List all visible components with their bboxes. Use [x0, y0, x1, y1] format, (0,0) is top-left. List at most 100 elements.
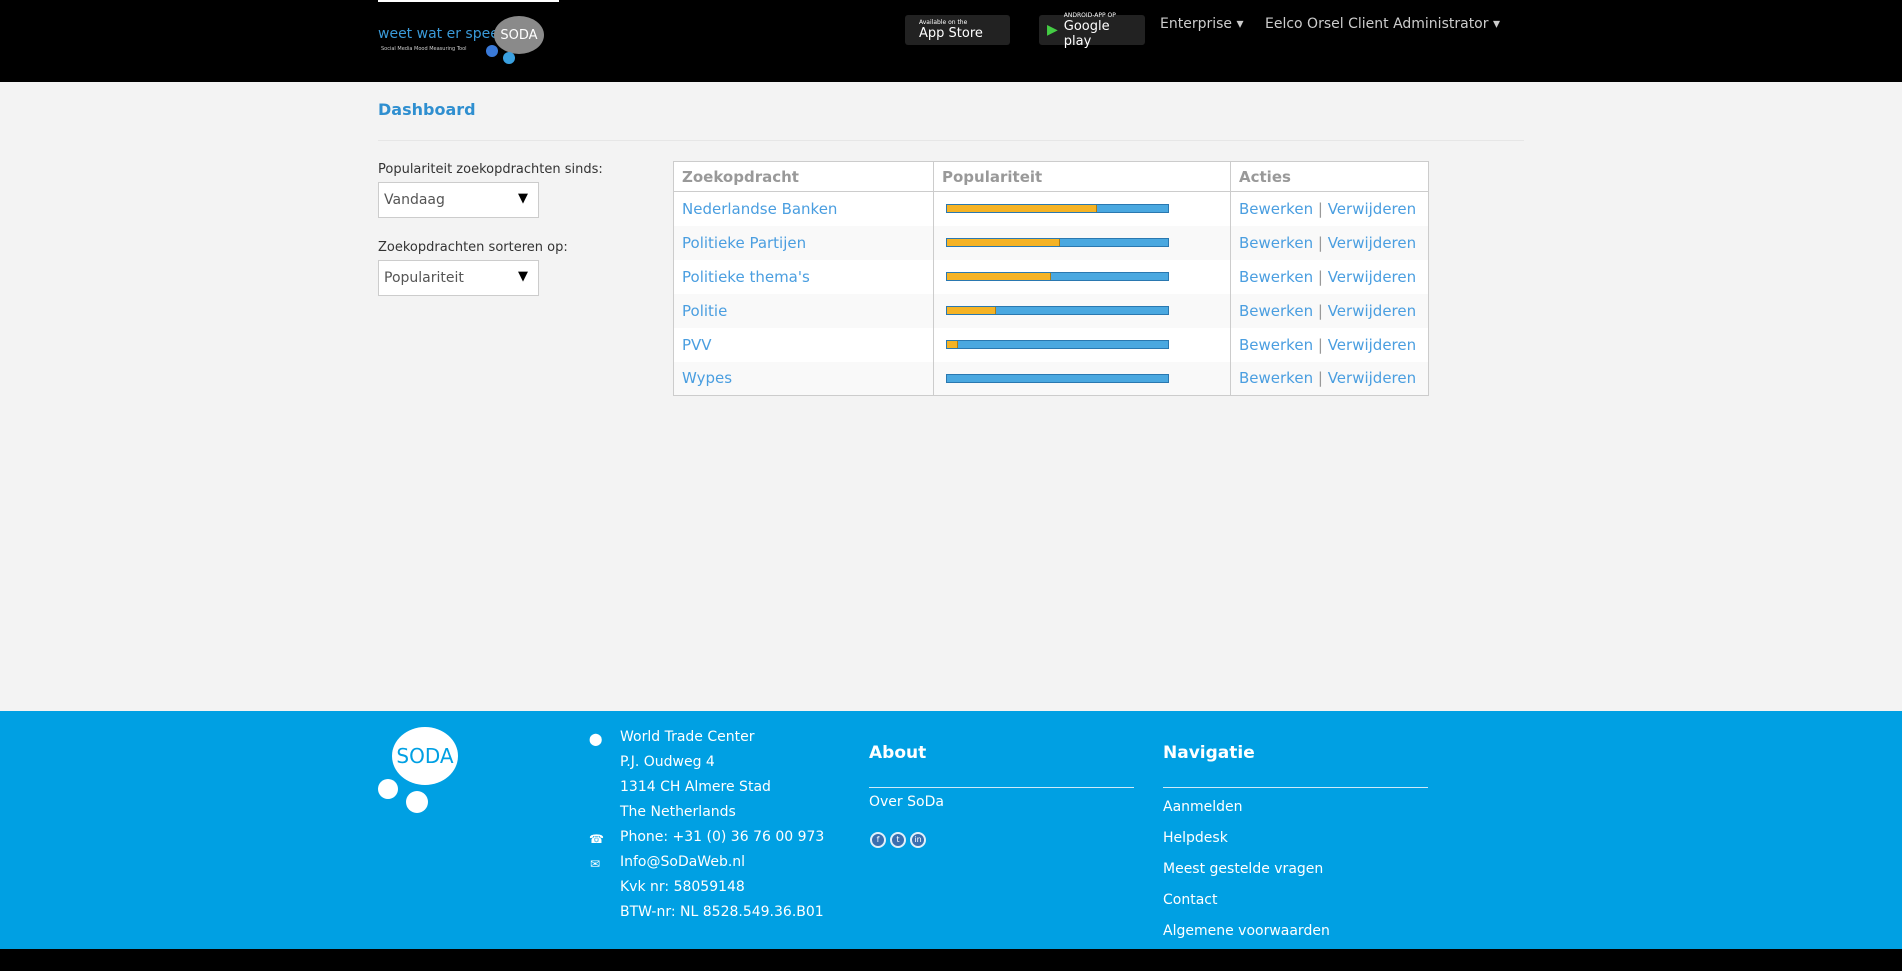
search-name-link[interactable]: Nederlandse Banken — [682, 200, 837, 218]
sad-face-icon — [406, 791, 428, 813]
footer: SODA ⬤ ☎ ✉ World Trade Center P.J. Oudwe… — [0, 711, 1902, 949]
about-divider — [869, 787, 1134, 788]
address-block: World Trade Center P.J. Oudweg 4 1314 CH… — [620, 725, 824, 925]
actions-cell: Bewerken | Verwijderen — [1230, 259, 1429, 294]
footer-logo[interactable]: SODA — [378, 727, 478, 817]
search-name-link[interactable]: Politieke thema's — [682, 268, 810, 286]
col-zoekopdracht: Zoekopdracht — [673, 161, 934, 192]
popularity-bar — [946, 306, 1169, 315]
play-icon: ▶ — [1047, 22, 1058, 38]
popularity-cell — [933, 361, 1231, 396]
linkedin-icon[interactable]: in — [910, 831, 926, 848]
popularity-cell — [933, 191, 1231, 226]
name-cell: Politieke thema's — [673, 259, 934, 294]
search-name-link[interactable]: Politieke Partijen — [682, 234, 806, 252]
address-line: World Trade Center — [620, 729, 755, 745]
edit-link[interactable]: Bewerken — [1239, 302, 1313, 320]
edit-link[interactable]: Bewerken — [1239, 336, 1313, 354]
header: weet wat er speelt Social Media Mood Mea… — [0, 0, 1902, 82]
nav-link-helpdesk[interactable]: Helpdesk — [1163, 823, 1330, 854]
logo-mark[interactable]: SODA — [494, 16, 544, 54]
separator: | — [1317, 369, 1323, 388]
col-acties: Acties — [1230, 161, 1429, 192]
popularity-cell — [933, 259, 1231, 294]
footer-nav: Aanmelden Helpdesk Meest gestelde vragen… — [1163, 792, 1330, 947]
popularity-cell — [933, 327, 1231, 362]
mail-icon: ✉ — [589, 857, 601, 871]
nav-link-contact[interactable]: Contact — [1163, 885, 1330, 916]
sort-label: Zoekopdrachten sorteren op: — [378, 240, 568, 255]
name-cell: Politie — [673, 293, 934, 328]
actions-cell: Bewerken | Verwijderen — [1230, 225, 1429, 260]
address-line: The Netherlands — [620, 804, 736, 820]
nav-link-voorwaarden[interactable]: Algemene voorwaarden — [1163, 916, 1330, 947]
over-soda-link[interactable]: Over SoDa — [869, 794, 944, 810]
table-row: PVV Bewerken | Verwijderen — [673, 327, 1429, 362]
actions-cell: Bewerken | Verwijderen — [1230, 191, 1429, 226]
delete-link[interactable]: Verwijderen — [1328, 369, 1416, 387]
popularity-bar — [946, 204, 1169, 214]
separator: | — [1317, 233, 1323, 252]
delete-link[interactable]: Verwijderen — [1328, 200, 1416, 218]
separator: | — [1317, 335, 1323, 354]
search-table: Zoekopdracht Populariteit Acties Nederla… — [673, 161, 1429, 396]
popularity-bar — [946, 272, 1169, 281]
nav-link-aanmelden[interactable]: Aanmelden — [1163, 792, 1330, 823]
name-cell: PVV — [673, 327, 934, 362]
smiley-icon — [486, 45, 498, 57]
search-name-link[interactable]: Politie — [682, 302, 727, 320]
delete-link[interactable]: Verwijderen — [1328, 302, 1416, 320]
location-pin-icon: ⬤ — [589, 732, 603, 746]
phone: Phone: +31 (0) 36 76 00 973 — [620, 829, 825, 845]
google-play-button[interactable]: ▶ ANDROID-APP OP Google play — [1039, 11, 1145, 49]
name-cell: Wypes — [673, 361, 934, 396]
edit-link[interactable]: Bewerken — [1239, 200, 1313, 218]
separator: | — [1317, 301, 1323, 320]
appstore-small: Available on the — [919, 19, 968, 26]
separator: | — [1317, 199, 1323, 218]
appstore-big: App Store — [919, 26, 983, 41]
edit-link[interactable]: Bewerken — [1239, 234, 1313, 252]
edit-link[interactable]: Bewerken — [1239, 268, 1313, 286]
facebook-icon[interactable]: f — [870, 831, 886, 848]
email-link[interactable]: Info@SoDaWeb.nl — [620, 850, 824, 875]
logo-text[interactable]: weet wat er speelt — [378, 26, 508, 42]
popularity-cell — [933, 293, 1231, 328]
delete-link[interactable]: Verwijderen — [1328, 336, 1416, 354]
popularity-fill — [947, 307, 996, 314]
delete-link[interactable]: Verwijderen — [1328, 234, 1416, 252]
googleplay-big: Google play — [1063, 18, 1110, 49]
googleplay-small: ANDROID-APP OP — [1063, 11, 1116, 19]
delete-link[interactable]: Verwijderen — [1328, 268, 1416, 286]
nav-enterprise[interactable]: Enterprise ▾ — [1160, 16, 1244, 32]
search-name-link[interactable]: Wypes — [682, 369, 732, 387]
nav-user-menu[interactable]: Eelco Orsel Client Administrator ▾ — [1265, 16, 1500, 32]
popularity-fill — [947, 341, 959, 348]
popularity-cell — [933, 225, 1231, 260]
logo-subtitle: Social Media Mood Measuring Tool — [381, 46, 467, 52]
popularity-fill — [947, 273, 1051, 280]
kvk: Kvk nr: 58059148 — [620, 879, 745, 895]
address-line: 1314 CH Almere Stad — [620, 779, 771, 795]
table-row: Politieke Partijen Bewerken | Verwijdere… — [673, 225, 1429, 260]
app-store-button[interactable]: Available on the App Store — [905, 15, 1010, 45]
col-populariteit: Populariteit — [933, 161, 1231, 192]
popularity-bar — [946, 340, 1169, 349]
bottom-bar — [0, 949, 1902, 971]
page-title: Dashboard — [378, 100, 476, 119]
top-accent — [378, 0, 559, 2]
caret-down-icon: ▼ — [518, 269, 528, 284]
nav-link-faq[interactable]: Meest gestelde vragen — [1163, 854, 1330, 885]
caret-down-icon: ▼ — [518, 191, 528, 206]
name-cell: Politieke Partijen — [673, 225, 934, 260]
divider — [378, 140, 1524, 141]
since-select[interactable]: Vandaag ▼ — [378, 182, 539, 218]
table-row: Wypes Bewerken | Verwijderen — [673, 361, 1429, 396]
popularity-fill — [947, 205, 1098, 213]
twitter-icon[interactable]: t — [890, 831, 906, 848]
sort-select[interactable]: Populariteit ▼ — [378, 260, 539, 296]
edit-link[interactable]: Bewerken — [1239, 369, 1313, 387]
table-row: Politie Bewerken | Verwijderen — [673, 293, 1429, 328]
navigatie-title: Navigatie — [1163, 743, 1255, 763]
search-name-link[interactable]: PVV — [682, 336, 712, 354]
